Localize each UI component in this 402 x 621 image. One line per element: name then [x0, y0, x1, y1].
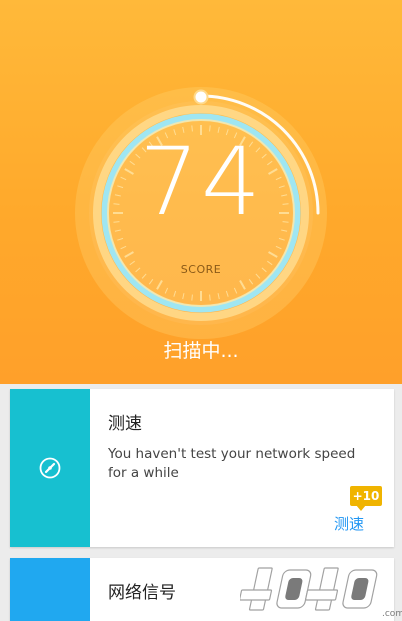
score-header: 74 SCORE 扫描中... [0, 0, 402, 384]
gauge-tick [191, 294, 193, 301]
app-screen: 74 SCORE 扫描中... 测速 You haven't test your… [0, 0, 402, 621]
scan-status-text: 扫描中... [163, 340, 239, 362]
score-label: SCORE [180, 263, 222, 276]
site-watermark-logo: .com [240, 567, 402, 619]
score-value: 74 [139, 128, 263, 237]
svg-text:.com: .com [382, 609, 402, 619]
network-signal-title: 网络信号 [108, 583, 176, 603]
speed-test-title: 测速 [108, 414, 142, 434]
speed-gauge-icon [39, 457, 61, 479]
gauge-tick [209, 294, 211, 301]
bonus-points-badge: +10 [350, 486, 382, 511]
speed-test-card-accent [10, 389, 90, 547]
speed-test-button[interactable]: 测速 [334, 513, 364, 534]
network-signal-card-accent [10, 558, 90, 621]
gauge-indicator-knob [193, 89, 209, 105]
speed-test-card[interactable]: 测速 You haven't test your network speed f… [10, 389, 394, 547]
speed-test-description: You haven't test your network speed for … [108, 446, 356, 481]
